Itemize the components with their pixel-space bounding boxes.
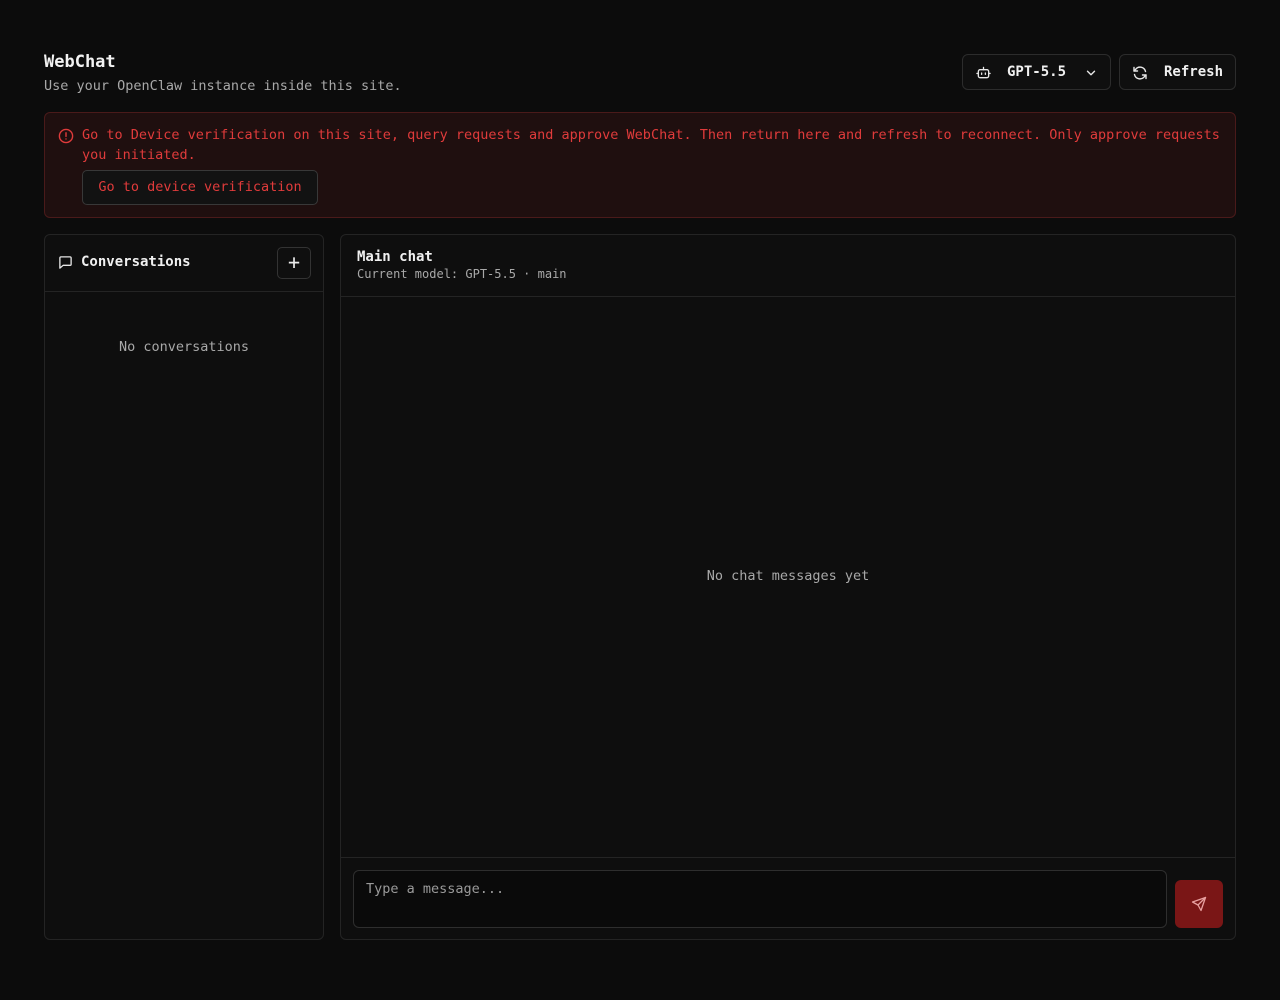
message-square-icon: [59, 256, 72, 269]
chat-title: Main chat: [357, 249, 433, 265]
alert-message: Go to Device verification on this site, …: [82, 127, 1220, 163]
chat-header: Main chat Current model: GPT-5.5 · main: [341, 235, 1235, 297]
chat-empty-state: No chat messages yet: [706, 568, 870, 584]
page-subtitle: Use your OpenClaw instance inside this s…: [44, 78, 402, 94]
go-to-device-verification-button[interactable]: Go to device verification: [82, 170, 318, 205]
send-button[interactable]: [1175, 880, 1223, 928]
page-header: WebChat Use your OpenClaw instance insid…: [44, 52, 1236, 96]
chevron-down-icon: [1086, 70, 1096, 76]
send-icon: [1191, 896, 1207, 912]
new-conversation-button[interactable]: +: [277, 247, 311, 279]
chat-subtitle: Current model: GPT-5.5 · main: [357, 267, 567, 281]
conversations-empty-state: No conversations: [118, 339, 250, 355]
refresh-button[interactable]: Refresh: [1119, 54, 1236, 90]
sidebar-title: Conversations: [81, 254, 191, 270]
chat-panel: Main chat Current model: GPT-5.5 · main …: [340, 234, 1236, 940]
message-input[interactable]: [353, 870, 1167, 928]
bot-icon: [976, 66, 991, 79]
conversations-sidebar: Conversations + No conversations: [44, 234, 324, 940]
page-title: WebChat: [44, 52, 116, 72]
sidebar-header: Conversations +: [45, 235, 323, 292]
device-verification-alert: Go to Device verification on this site, …: [44, 112, 1236, 218]
alert-circle-icon: [58, 128, 74, 144]
webchat-page: WebChat Use your OpenClaw instance insid…: [44, 0, 1236, 1000]
message-composer: [341, 857, 1235, 939]
model-select[interactable]: GPT-5.5: [962, 54, 1111, 90]
refresh-button-label: Refresh: [1164, 64, 1224, 80]
model-select-value: GPT-5.5: [1007, 64, 1067, 80]
refresh-icon: [1133, 66, 1147, 80]
